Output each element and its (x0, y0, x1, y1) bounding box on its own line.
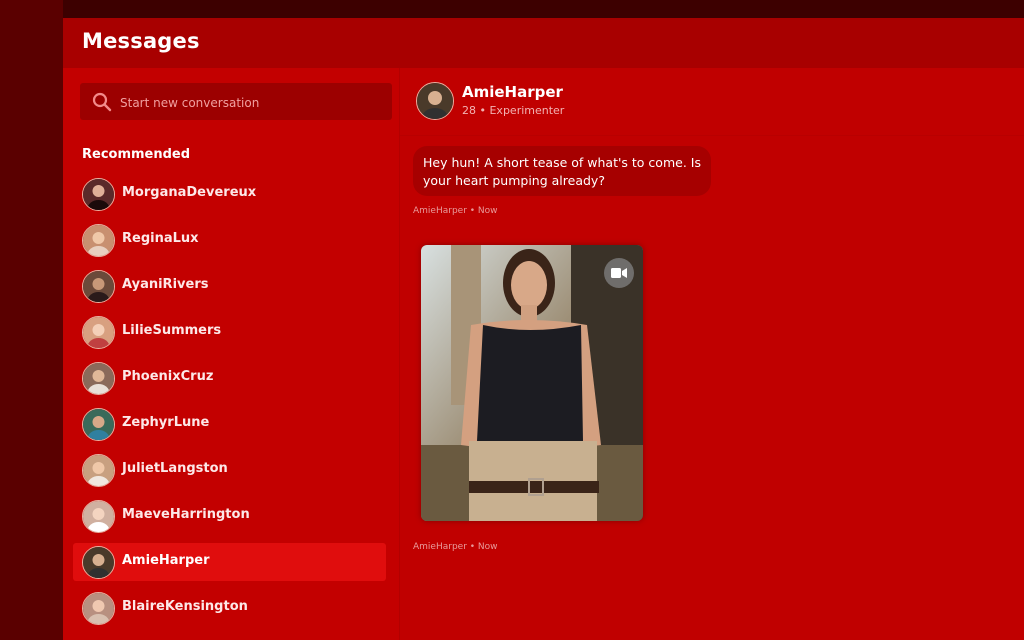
contact-name: MaeveHarrington (122, 507, 250, 522)
contact-name: AmieHarper (122, 553, 210, 568)
search-icon (92, 92, 112, 112)
panel-divider (399, 68, 400, 640)
list-item[interactable]: ZephyrLune (73, 401, 386, 447)
list-item[interactable]: BlaireKensington (73, 585, 386, 631)
avatar (82, 224, 115, 257)
list-item[interactable]: ReginaLux (73, 217, 386, 263)
video-thumbnail (421, 245, 643, 521)
message-meta: AmieHarper • Now (413, 542, 498, 552)
recommended-heading: Recommended (82, 147, 191, 162)
list-item[interactable]: LilieSummers (73, 309, 386, 355)
contact-name: LilieSummers (122, 323, 222, 338)
avatar (82, 546, 115, 579)
message-meta: AmieHarper • Now (413, 206, 498, 216)
messages-panel: Messages Recommended MorganaDevereux Reg… (63, 18, 1024, 640)
contact-name: AyaniRivers (122, 277, 209, 292)
search-box[interactable] (80, 83, 392, 122)
avatar (82, 500, 115, 533)
list-item[interactable]: MorganaDevereux (73, 171, 386, 217)
contact-name: ZephyrLune (122, 415, 210, 430)
avatar (82, 408, 115, 441)
conversation-sidebar: Recommended MorganaDevereux ReginaLux Ay… (63, 68, 399, 640)
avatar (82, 362, 115, 395)
contact-name: ReginaLux (122, 231, 199, 246)
conversation-list: MorganaDevereux ReginaLux AyaniRivers Li… (73, 171, 386, 631)
contact-name: PhoenixCruz (122, 369, 214, 384)
left-rail (0, 0, 63, 640)
video-camera-icon[interactable] (604, 258, 634, 288)
chat-divider (400, 135, 1024, 136)
chat-contact-details: 28 • Experimenter (462, 104, 565, 117)
contact-name: BlaireKensington (122, 599, 248, 614)
avatar (82, 454, 115, 487)
avatar (82, 270, 115, 303)
list-item-active[interactable]: AmieHarper (73, 543, 386, 581)
search-input[interactable] (118, 83, 382, 122)
page-title: Messages (82, 29, 200, 53)
avatar (82, 592, 115, 625)
list-item[interactable]: AyaniRivers (73, 263, 386, 309)
avatar[interactable] (416, 82, 454, 120)
avatar (82, 178, 115, 211)
contact-name: MorganaDevereux (122, 185, 257, 200)
list-item[interactable]: JulietLangston (73, 447, 386, 493)
list-item[interactable]: MaeveHarrington (73, 493, 386, 539)
top-strip (0, 0, 1024, 18)
avatar (82, 316, 115, 349)
chat-header: AmieHarper 28 • Experimenter (416, 82, 1016, 122)
video-message[interactable] (421, 245, 643, 521)
messages-header: Messages (63, 18, 1024, 68)
list-item[interactable]: PhoenixCruz (73, 355, 386, 401)
message-bubble: Hey hun! A short tease of what's to come… (413, 146, 711, 196)
contact-name: JulietLangston (122, 461, 228, 476)
chat-contact-name[interactable]: AmieHarper (462, 83, 563, 101)
